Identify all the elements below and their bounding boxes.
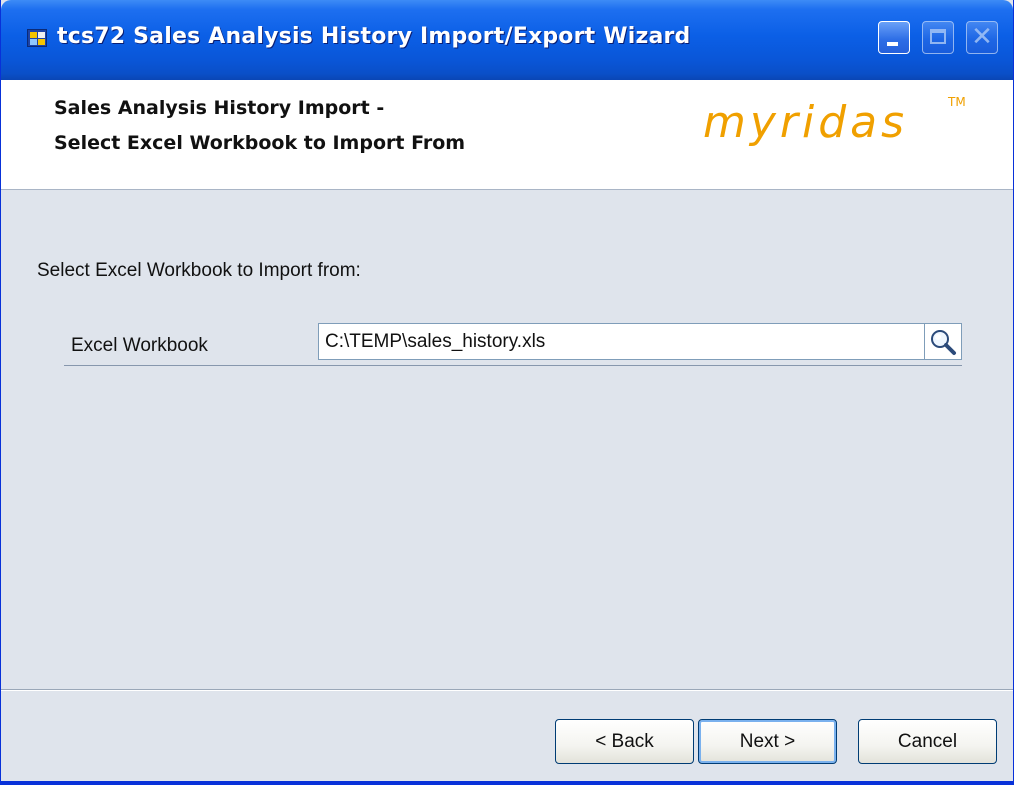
excel-workbook-label: Excel Workbook	[71, 335, 208, 356]
spreadsheet-icon[interactable]	[27, 29, 47, 47]
myridas-logo: myridas	[703, 97, 909, 148]
header-title-line2: Select Excel Workbook to Import From	[54, 132, 466, 154]
title-bar[interactable]: tcs72 Sales Analysis History Import/Expo…	[1, 0, 1013, 80]
excel-workbook-row: Excel Workbook	[64, 320, 962, 366]
maximize-icon	[930, 29, 946, 44]
select-workbook-prompt: Select Excel Workbook to Import from:	[37, 260, 361, 281]
browse-workbook-button[interactable]	[925, 323, 962, 360]
magnifier-icon	[931, 330, 956, 355]
back-button[interactable]: < Back	[555, 719, 694, 764]
minimize-icon	[887, 42, 898, 46]
window-title: tcs72 Sales Analysis History Import/Expo…	[57, 24, 691, 49]
footer-separator	[1, 689, 1013, 691]
cancel-button[interactable]: Cancel	[858, 719, 997, 764]
wizard-header: Sales Analysis History Import - Select E…	[1, 80, 1013, 190]
close-icon: ✕	[971, 22, 993, 52]
header-title-line1: Sales Analysis History Import -	[54, 97, 385, 119]
maximize-button[interactable]	[922, 21, 954, 54]
trademark-mark: TM	[948, 95, 966, 109]
minimize-button[interactable]	[878, 21, 910, 54]
window-bottom-border	[1, 781, 1014, 785]
close-button[interactable]: ✕	[966, 21, 998, 54]
wizard-window: tcs72 Sales Analysis History Import/Expo…	[0, 0, 1014, 785]
next-button[interactable]: Next >	[698, 719, 837, 764]
excel-workbook-input[interactable]	[318, 323, 925, 360]
